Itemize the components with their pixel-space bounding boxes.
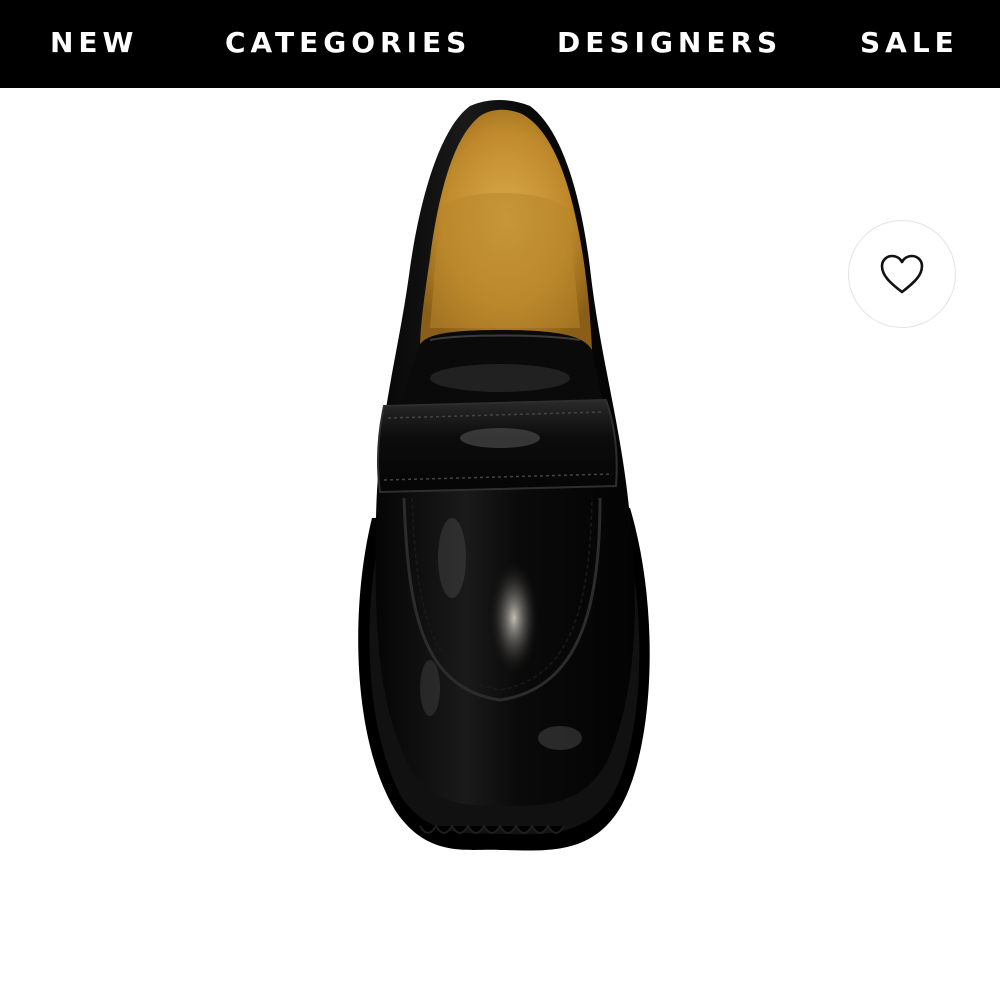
nav-item-categories[interactable]: CATEGORIES [225,26,471,60]
nav-item-sale[interactable]: SALE [860,26,959,60]
product-image[interactable] [0,88,1000,1000]
product-image-area [0,88,1000,1000]
nav-item-new[interactable]: NEW [50,26,138,60]
top-navigation: NEW CATEGORIES DESIGNERS SALE [0,0,1000,88]
product-page: NEW CATEGORIES DESIGNERS SALE [0,0,1000,1000]
wishlist-button[interactable] [848,220,956,328]
nav-item-designers[interactable]: DESIGNERS [557,26,782,60]
shoe-upper [375,100,635,807]
heart-icon [880,254,924,294]
